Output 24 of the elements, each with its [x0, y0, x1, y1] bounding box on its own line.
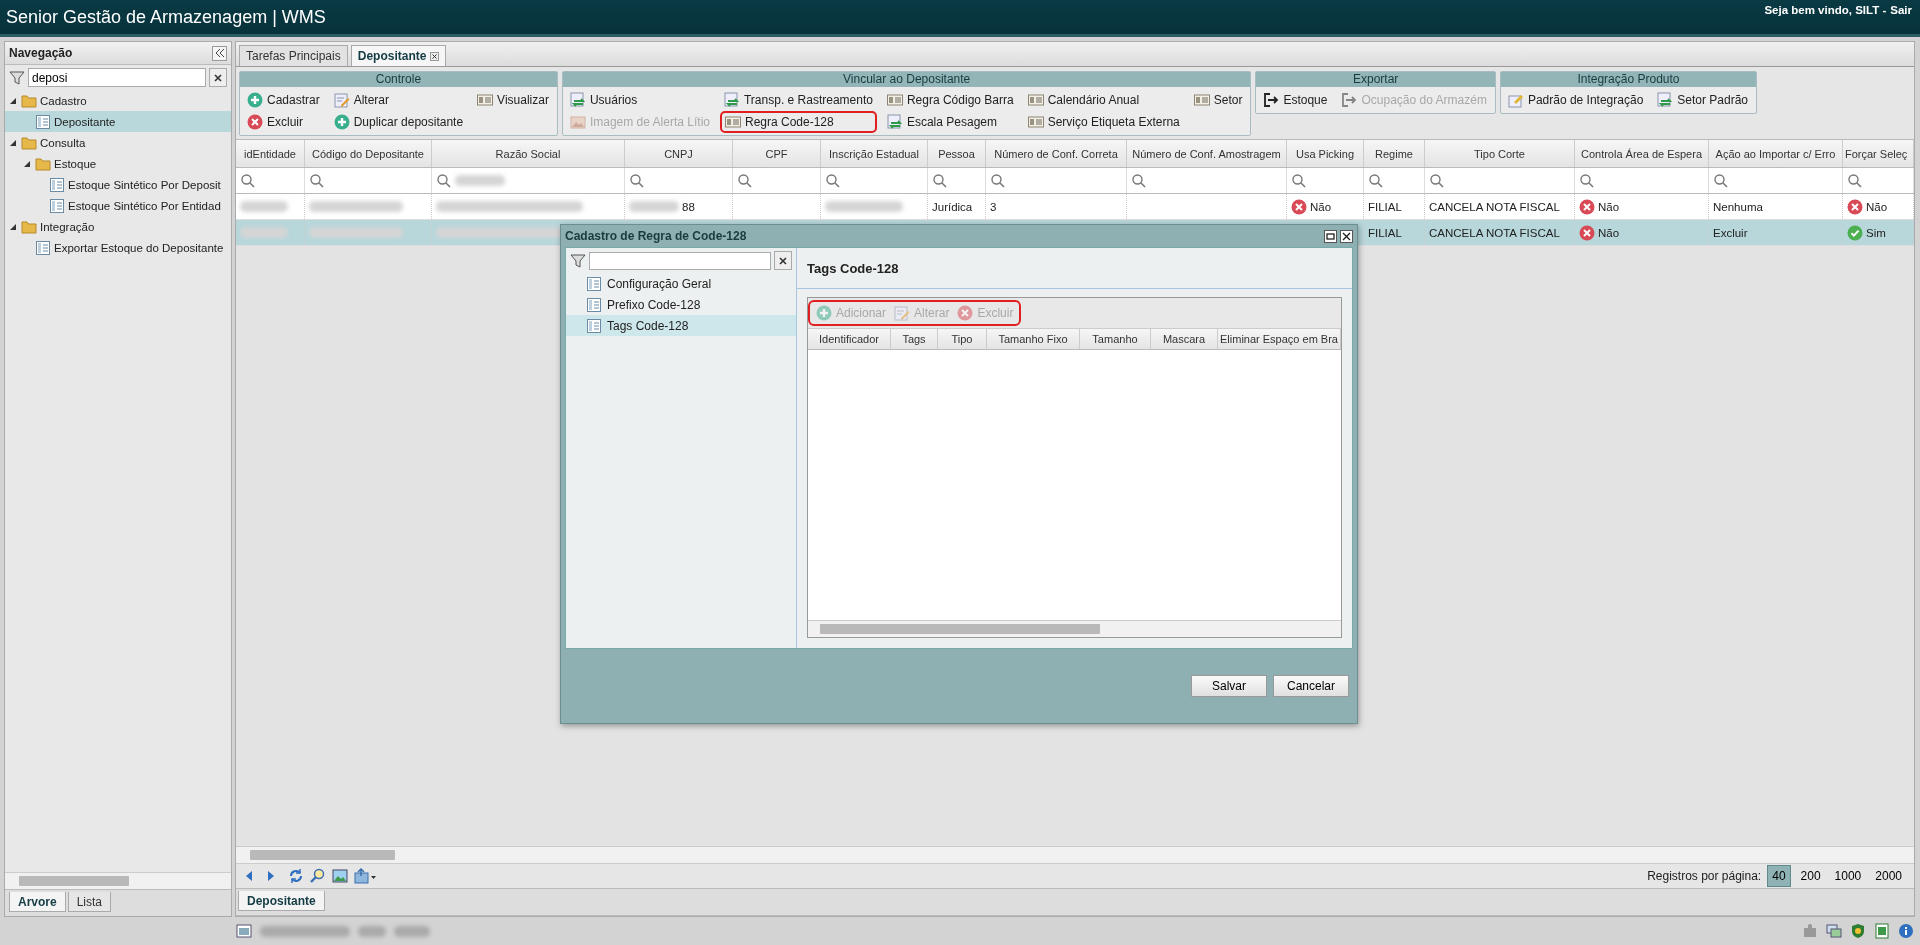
- page-size-label: Registros por página:: [1647, 869, 1762, 883]
- dialog-title: Cadastro de Regra de Code-128: [565, 229, 747, 243]
- table-cell: Jurídica: [932, 200, 973, 213]
- table-cell: Não: [1598, 200, 1620, 213]
- table-cell: CANCELA NOTA FISCAL: [1429, 200, 1560, 213]
- table-cell: 88: [682, 200, 695, 213]
- table-cell: CANCELA NOTA FISCAL: [1429, 226, 1560, 239]
- table-cell: Excluir: [1713, 226, 1748, 239]
- table-cell: Sim: [1866, 226, 1886, 239]
- group-title: Exportar: [1256, 72, 1495, 87]
- app-title: Senior Gestão de Armazenagem | WMS: [6, 6, 326, 28]
- table-cell: 3: [990, 200, 997, 213]
- table-cell: Não: [1866, 200, 1888, 213]
- group-title: Vincular ao Depositante: [562, 72, 1251, 87]
- group-title: Controle: [240, 72, 557, 87]
- table-cell: FILIAL: [1368, 200, 1402, 213]
- welcome-text: Seja bem vindo, SILT -: [1764, 4, 1887, 16]
- table-cell: Não: [1310, 200, 1332, 213]
- table-cell: Não: [1598, 226, 1620, 239]
- group-title: Integração Produto: [1500, 72, 1757, 87]
- panel-title: Tags Code-128: [797, 248, 1352, 289]
- table-cell: Nenhuma: [1713, 200, 1763, 213]
- table-cell: FILIAL: [1368, 226, 1402, 239]
- panel-title: Navegação: [9, 46, 73, 60]
